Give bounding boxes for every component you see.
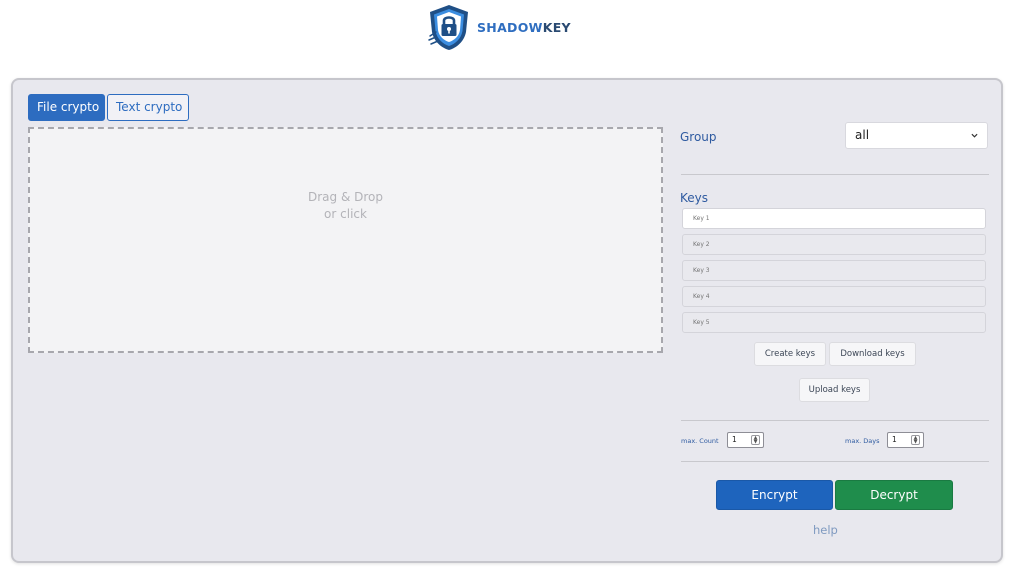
divider — [681, 174, 989, 175]
group-select[interactable]: all — [845, 122, 988, 149]
key-input-4[interactable] — [682, 286, 986, 307]
key-input-5[interactable] — [682, 312, 986, 333]
max-count-value: 1 — [732, 435, 737, 444]
key-input-1[interactable] — [682, 208, 986, 229]
file-dropzone[interactable]: Drag & Drop or click — [28, 127, 663, 353]
stepper-arrows-icon[interactable]: ▲ ▼ — [751, 435, 760, 445]
tab-text-crypto[interactable]: Text crypto — [107, 94, 189, 121]
download-keys-button[interactable]: Download keys — [829, 342, 916, 366]
keys-label: Keys — [680, 191, 709, 205]
brand-logo: SHADOWKEY — [424, 2, 571, 52]
create-keys-button[interactable]: Create keys — [754, 342, 826, 366]
key-input-3[interactable] — [682, 260, 986, 281]
encrypt-button[interactable]: Encrypt — [716, 480, 833, 510]
max-days-value: 1 — [892, 435, 897, 444]
divider — [681, 420, 989, 421]
dropzone-line2: or click — [324, 207, 367, 221]
max-count-label: max. Count — [681, 437, 719, 445]
shield-lock-icon — [428, 5, 468, 50]
help-link[interactable]: help — [813, 523, 838, 537]
key-input-2[interactable] — [682, 234, 986, 255]
divider — [681, 461, 989, 462]
group-label: Group — [680, 130, 717, 144]
dropzone-line1: Drag & Drop — [308, 190, 383, 204]
decrypt-button[interactable]: Decrypt — [835, 480, 953, 510]
tab-file-crypto[interactable]: File crypto — [28, 94, 105, 121]
brand-name: SHADOWKEY — [477, 19, 571, 35]
upload-keys-button[interactable]: Upload keys — [799, 378, 870, 402]
main-card: File crypto Text crypto Drag & Drop or c… — [11, 78, 1003, 563]
dropzone-hint: Drag & Drop or click — [30, 189, 661, 223]
max-days-label: max. Days — [845, 437, 880, 445]
max-count-input[interactable]: 1 ▲ ▼ — [727, 432, 764, 448]
chevron-down-icon — [971, 133, 978, 138]
max-days-input[interactable]: 1 ▲ ▼ — [887, 432, 924, 448]
stepper-arrows-icon[interactable]: ▲ ▼ — [911, 435, 920, 445]
group-selected-value: all — [855, 128, 870, 142]
